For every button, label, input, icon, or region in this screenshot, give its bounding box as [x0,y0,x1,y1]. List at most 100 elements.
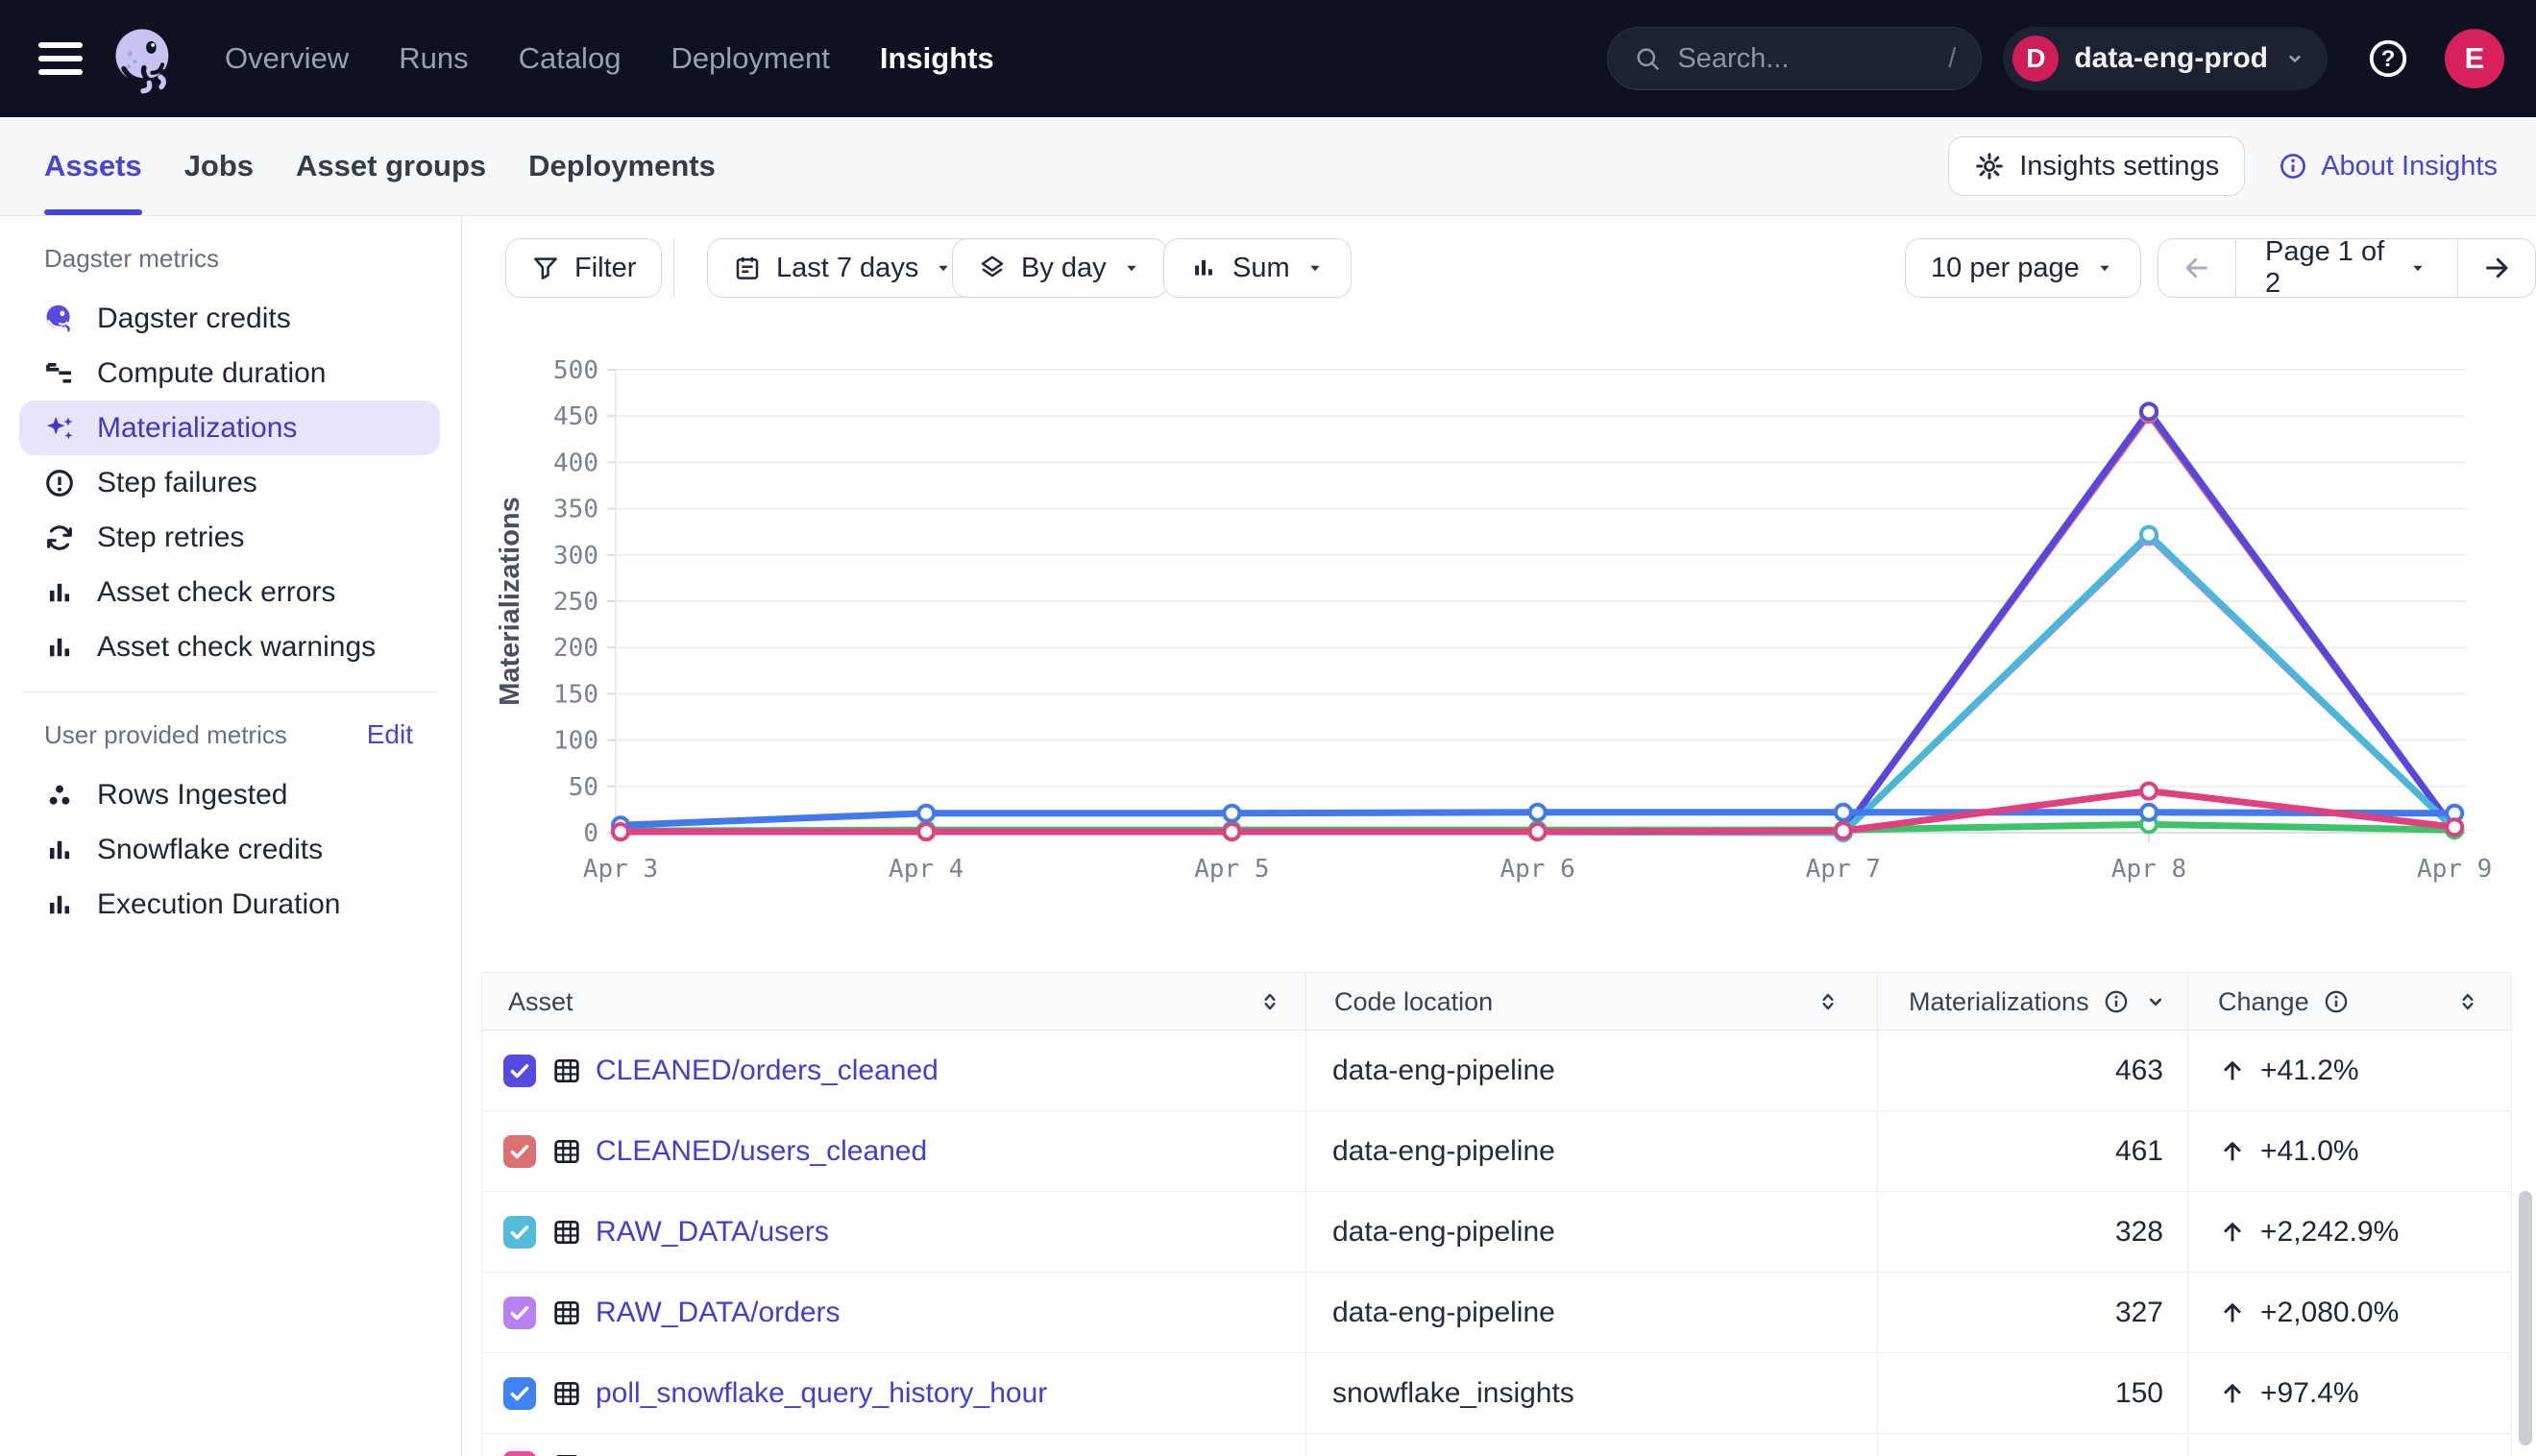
help-icon[interactable]: ? [2366,36,2410,81]
sidebar-item-label: Asset check errors [97,576,335,609]
table-asset-icon [551,1298,582,1328]
metrics-sidebar: Dagster metrics Dagster creditsCompute d… [0,216,462,1456]
table-scrollbar[interactable] [2519,1191,2532,1445]
change-cell: +41.2% [2187,1031,2512,1111]
tab-asset-groups[interactable]: Asset groups [296,117,486,215]
deployment-badge: D [2012,36,2059,82]
series-checkbox[interactable] [503,1377,536,1410]
about-insights-link[interactable]: About Insights [2278,151,2498,182]
sidebar-item-label: Step retries [97,522,244,554]
assets-table: Asset Code location Materializations [481,972,2512,1456]
dagster-logo-icon[interactable] [108,22,181,95]
date-range-button[interactable]: Last 7 days [707,238,980,298]
change-cell: +97.4% [2187,1353,2512,1434]
per-page-button[interactable]: 10 per page [1905,238,2141,298]
filter-icon [531,254,560,282]
pagination: Page 1 of 2 [2158,238,2536,298]
table-asset-icon [551,1136,582,1167]
asset-link[interactable]: RAW_DATA/orders [596,1297,841,1329]
sidebar-item-step-retries[interactable]: Step retries [19,510,440,565]
sidebar-item-dagster-credits[interactable]: Dagster credits [19,291,440,346]
sidebar-item-snowflake-credits[interactable]: Snowflake credits [19,822,440,877]
sort-icon[interactable] [1257,987,1282,1016]
chevron-down-icon[interactable] [2143,989,2168,1014]
series-checkbox[interactable] [503,1135,536,1168]
table-asset-icon [551,1056,582,1086]
sidebar-item-asset-check-errors[interactable]: Asset check errors [19,565,440,619]
series-checkbox[interactable] [503,1297,536,1329]
prev-page-button[interactable] [2158,239,2235,297]
bars-icon [43,576,76,609]
sidebar-item-materializations[interactable]: Materializations [19,400,440,455]
layers-icon [978,254,1007,282]
next-page-button[interactable] [2458,239,2535,297]
sidebar-item-label: Asset check warnings [97,631,376,664]
top-nav-links: Overview Runs Catalog Deployment Insights [225,41,994,76]
sidebar-item-rows-ingested[interactable]: Rows Ingested [19,767,440,822]
page-indicator[interactable]: Page 1 of 2 [2235,239,2458,297]
user-avatar[interactable]: E [2445,29,2504,88]
asset-link[interactable]: CLEANED/users_cleaned [596,1135,927,1168]
sidebar-item-label: Step failures [97,467,257,499]
chart-canvas[interactable]: 050100150200250300350400450500Apr 3Apr 4… [463,341,2536,917]
asset-link[interactable]: CLEANED/orders_cleaned [596,1055,939,1087]
sidebar-item-label: Materializations [97,412,297,445]
asset-cell: poll_snowflake_query_history_hour [482,1353,1305,1434]
info-icon[interactable] [2323,988,2350,1015]
info-icon[interactable] [2103,988,2130,1015]
nav-deployment[interactable]: Deployment [671,41,829,76]
sidebar-item-label: Dagster credits [97,303,291,335]
arrow-up-icon [2218,1379,2247,1408]
arrow-up-icon [2218,1298,2247,1327]
svg-text:500: 500 [553,356,598,385]
sidebar-item-execution-duration[interactable]: Execution Duration [19,877,440,932]
caret-down-icon [2094,257,2115,279]
arrow-up-icon [2218,1218,2247,1247]
series-checkbox[interactable] [503,1216,536,1249]
tab-assets[interactable]: Assets [44,117,142,215]
deployment-switcher[interactable]: D data-eng-prod [2003,27,2328,90]
table-header: Asset Code location Materializations [482,973,2511,1031]
nav-insights[interactable]: Insights [880,41,994,76]
sidebar-item-asset-check-warnings[interactable]: Asset check warnings [19,619,440,674]
group-by-button[interactable]: By day [952,238,1168,298]
toolbar-divider [673,238,674,298]
sparkles-icon [43,412,76,445]
aggregation-button[interactable]: Sum [1163,238,1352,298]
asset-link[interactable]: poll_snowflake_query_history_hour [596,1377,1047,1410]
sort-icon[interactable] [2455,987,2480,1016]
filter-button[interactable]: Filter [505,238,662,298]
bars-icon [43,631,76,664]
hamburger-menu-icon[interactable] [38,42,83,75]
gear-icon [1974,151,2005,182]
change-cell [2187,1434,2511,1456]
sidebar-item-label: Rows Ingested [97,779,287,812]
per-page-label: 10 per page [1931,253,2080,284]
tab-deployments[interactable]: Deployments [528,117,716,215]
svg-text:400: 400 [553,449,598,477]
duration-icon [43,357,76,390]
svg-text:Apr 8: Apr 8 [2111,855,2186,884]
table-row: CLEANED/orders_cleaneddata-eng-pipeline4… [482,1031,2511,1111]
insights-settings-button[interactable]: Insights settings [1948,136,2245,196]
series-checkbox[interactable] [503,1451,536,1456]
search-input[interactable]: Search... / [1607,27,1982,90]
tab-jobs[interactable]: Jobs [184,117,254,215]
series-checkbox[interactable] [503,1055,536,1087]
edit-metrics-link[interactable]: Edit [367,719,413,750]
table-row: RAW_DATA/usersdata-eng-pipeline328+2,242… [482,1192,2511,1273]
svg-text:Apr 6: Apr 6 [1500,855,1574,884]
sidebar-item-step-failures[interactable]: Step failures [19,455,440,510]
nav-runs[interactable]: Runs [399,41,468,76]
search-shortcut: / [1948,43,1956,75]
bars-icon [43,834,76,866]
sidebar-item-label: Snowflake credits [97,834,323,866]
sidebar-item-compute-duration[interactable]: Compute duration [19,346,440,400]
sort-icon[interactable] [1816,987,1841,1016]
nav-overview[interactable]: Overview [225,41,349,76]
column-header-code-location: Code location [1305,973,1877,1031]
svg-text:Apr 7: Apr 7 [1806,855,1881,884]
aggregation-label: Sum [1232,253,1290,284]
nav-catalog[interactable]: Catalog [519,41,622,76]
asset-link[interactable]: RAW_DATA/users [596,1216,829,1249]
